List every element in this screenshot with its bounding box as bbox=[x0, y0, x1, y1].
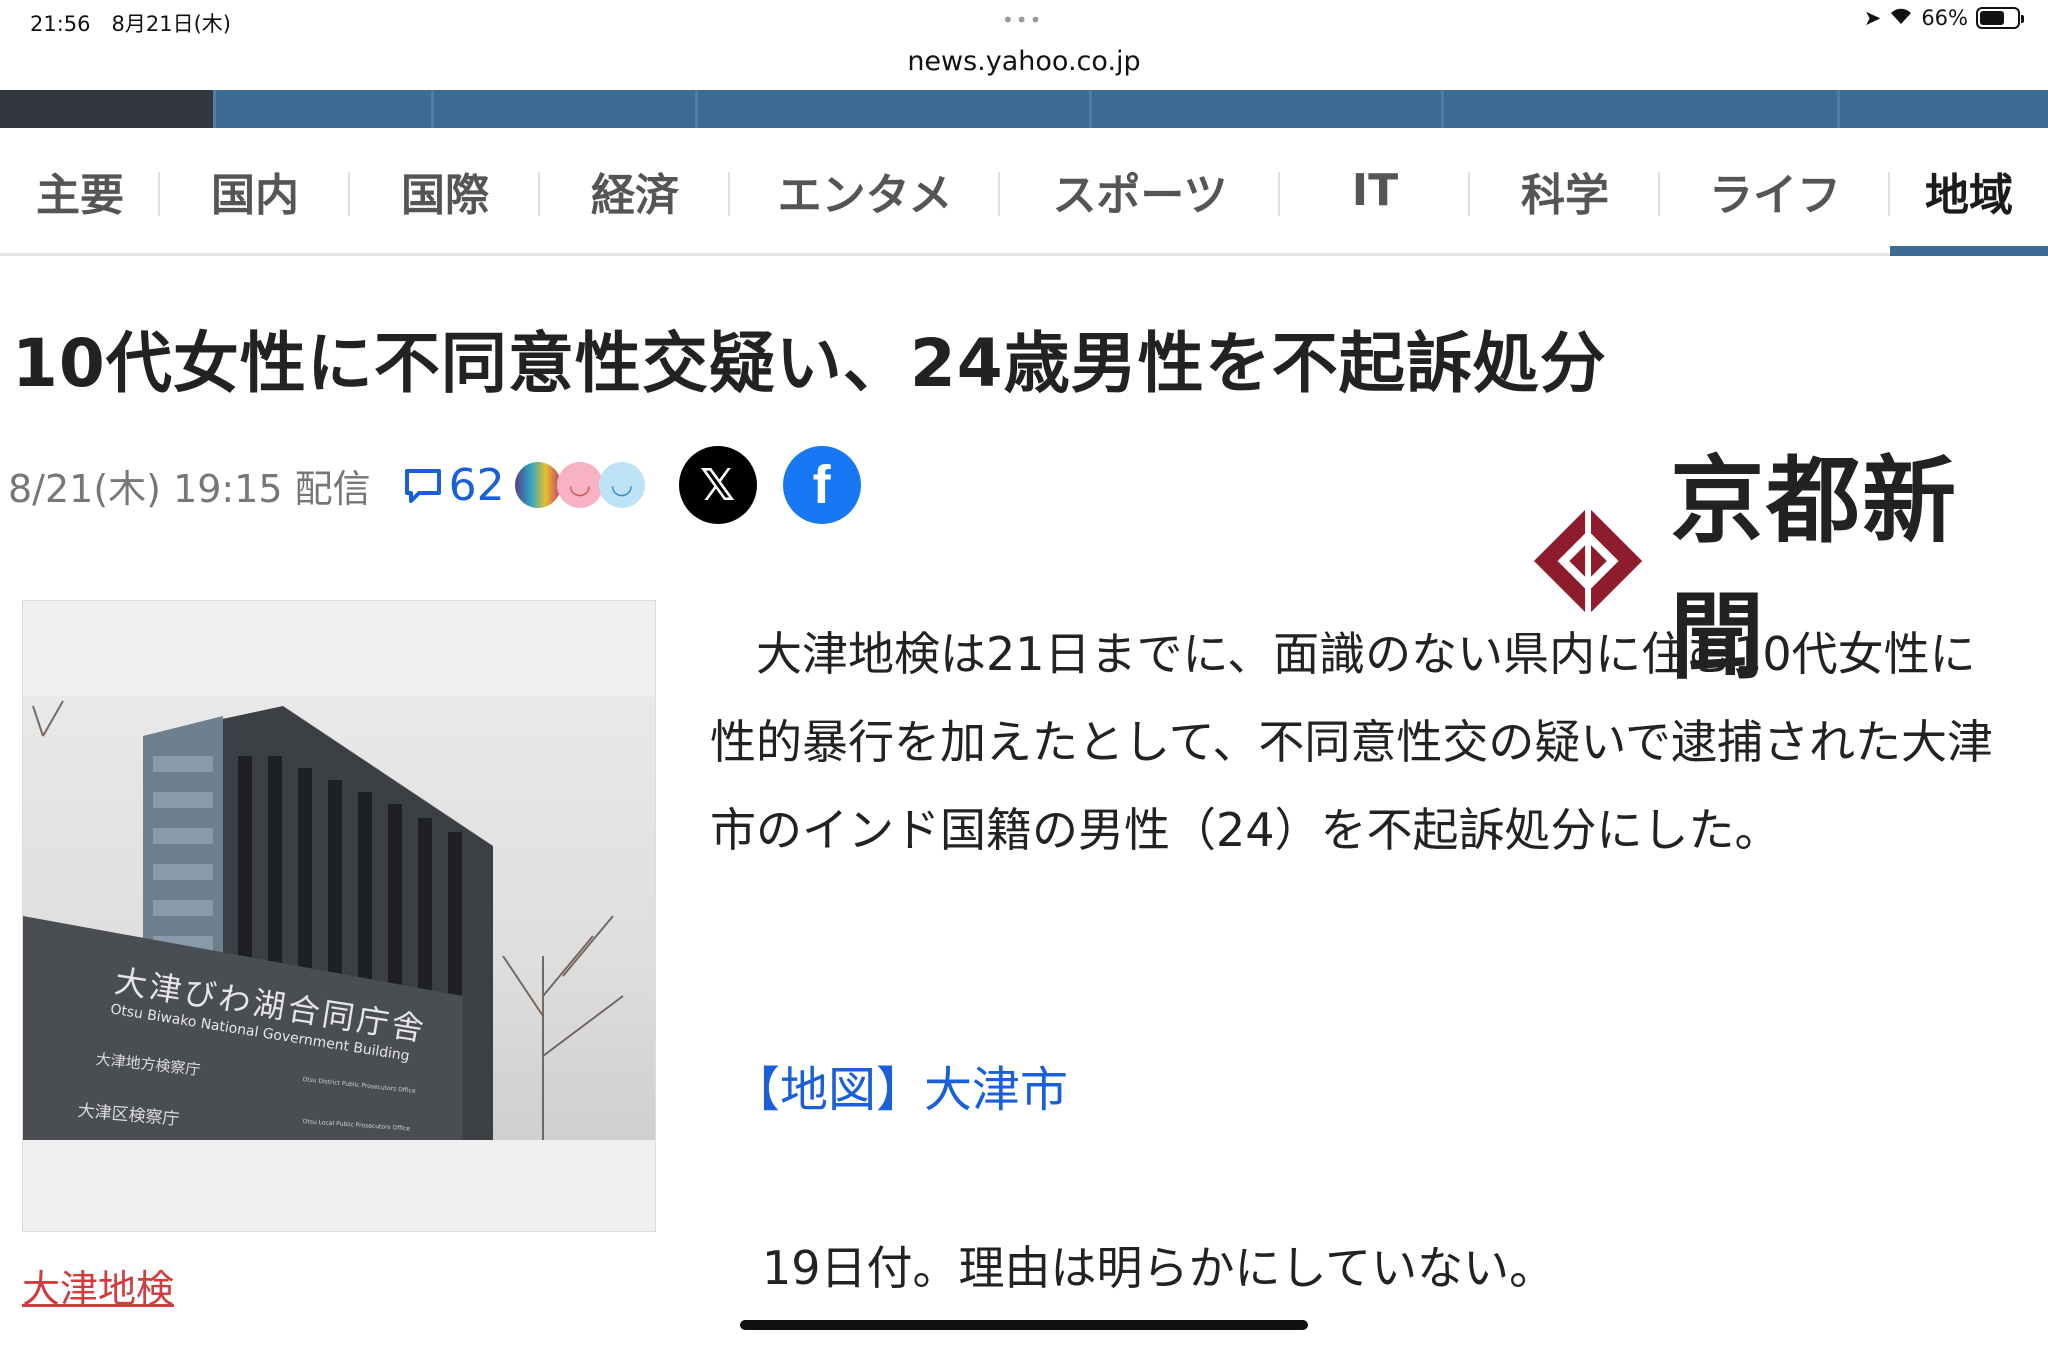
status-bar: 21:56 8月21日(木) ••• ➤ 66% bbox=[0, 0, 2048, 44]
band-segment bbox=[1840, 90, 2048, 128]
x-share-button[interactable]: 𝕏 bbox=[678, 446, 757, 524]
band-segment bbox=[216, 90, 434, 128]
url-bar[interactable]: news.yahoo.co.jp bbox=[0, 44, 2048, 90]
band-segment bbox=[1092, 90, 1444, 128]
tab-2[interactable]: 国際 bbox=[350, 128, 540, 253]
paragraph: 大津地検は21日までに、面識のない県内に住む10代女性に性的暴行を加えたとして、… bbox=[710, 627, 1993, 857]
paragraph: 19日付。理由は明らかにしていない。 bbox=[762, 1241, 1556, 1295]
battery-icon bbox=[1976, 7, 2024, 29]
tab-6[interactable]: IT bbox=[1280, 128, 1470, 253]
article-headline: 10代女性に不同意性交疑い、24歳男性を不起訴処分 bbox=[12, 325, 1607, 402]
tab-3[interactable]: 経済 bbox=[540, 128, 730, 253]
category-tabs: 主要 国内 国際 経済 エンタメ スポーツ IT 科学 ライフ 地域 bbox=[0, 128, 2048, 256]
smile-face-icon: ◡ bbox=[556, 462, 603, 508]
wifi-icon bbox=[1889, 6, 1913, 30]
home-indicator[interactable] bbox=[740, 1320, 1308, 1330]
article-meta: 8/21(木) 19:15 配信 62 ◡ ◡ 𝕏 f bbox=[8, 446, 861, 524]
building-illustration bbox=[23, 700, 624, 1140]
article-image[interactable]: 大津びわ湖合同庁舎 Otsu Biwako National Governmen… bbox=[22, 600, 656, 1232]
location-icon: ➤ bbox=[1863, 6, 1882, 30]
tab-4[interactable]: エンタメ bbox=[730, 128, 1000, 253]
band-segment bbox=[1444, 90, 1840, 128]
more-dots-icon[interactable]: ••• bbox=[1002, 8, 1043, 32]
reaction-avatars[interactable]: ◡ ◡ bbox=[514, 462, 645, 508]
comment-icon bbox=[404, 469, 441, 503]
nav-band bbox=[0, 90, 2048, 128]
image-caption-link[interactable]: 大津地検 bbox=[22, 1258, 174, 1313]
kyoto-shimbun-logo-icon bbox=[1533, 502, 1643, 620]
url-text: news.yahoo.co.jp bbox=[907, 46, 1141, 77]
publish-date: 8/21(木) 19:15 配信 bbox=[8, 466, 371, 511]
tab-1[interactable]: 国内 bbox=[160, 128, 350, 253]
battery-percent: 66% bbox=[1921, 6, 1968, 30]
building-photo: 大津びわ湖合同庁舎 Otsu Biwako National Governmen… bbox=[23, 696, 655, 1140]
tab-5[interactable]: スポーツ bbox=[1000, 128, 1280, 253]
tab-8[interactable]: ライフ bbox=[1660, 128, 1890, 253]
status-right: ➤ 66% bbox=[1863, 6, 2024, 30]
comment-count: 62 bbox=[448, 459, 505, 511]
share-buttons: 𝕏 f bbox=[678, 446, 861, 524]
status-time: 21:56 8月21日(木) bbox=[30, 12, 231, 36]
facebook-share-button[interactable]: f bbox=[782, 446, 861, 524]
band-segment bbox=[0, 90, 216, 128]
map-link[interactable]: 【地図】大津市 bbox=[732, 1050, 1068, 1120]
band-segment bbox=[434, 90, 698, 128]
tab-9[interactable]: 地域 bbox=[1890, 128, 2048, 256]
article-body: 大津地検は21日までに、面識のない県内に住む10代女性に性的暴行を加えたとして、… bbox=[710, 610, 2020, 874]
smile-face-icon: ◡ bbox=[598, 462, 645, 508]
tab-7[interactable]: 科学 bbox=[1470, 128, 1660, 253]
band-segment bbox=[698, 90, 1092, 128]
avatar bbox=[514, 462, 561, 508]
tab-0[interactable]: 主要 bbox=[0, 128, 160, 253]
comment-button[interactable]: 62 bbox=[401, 460, 505, 511]
